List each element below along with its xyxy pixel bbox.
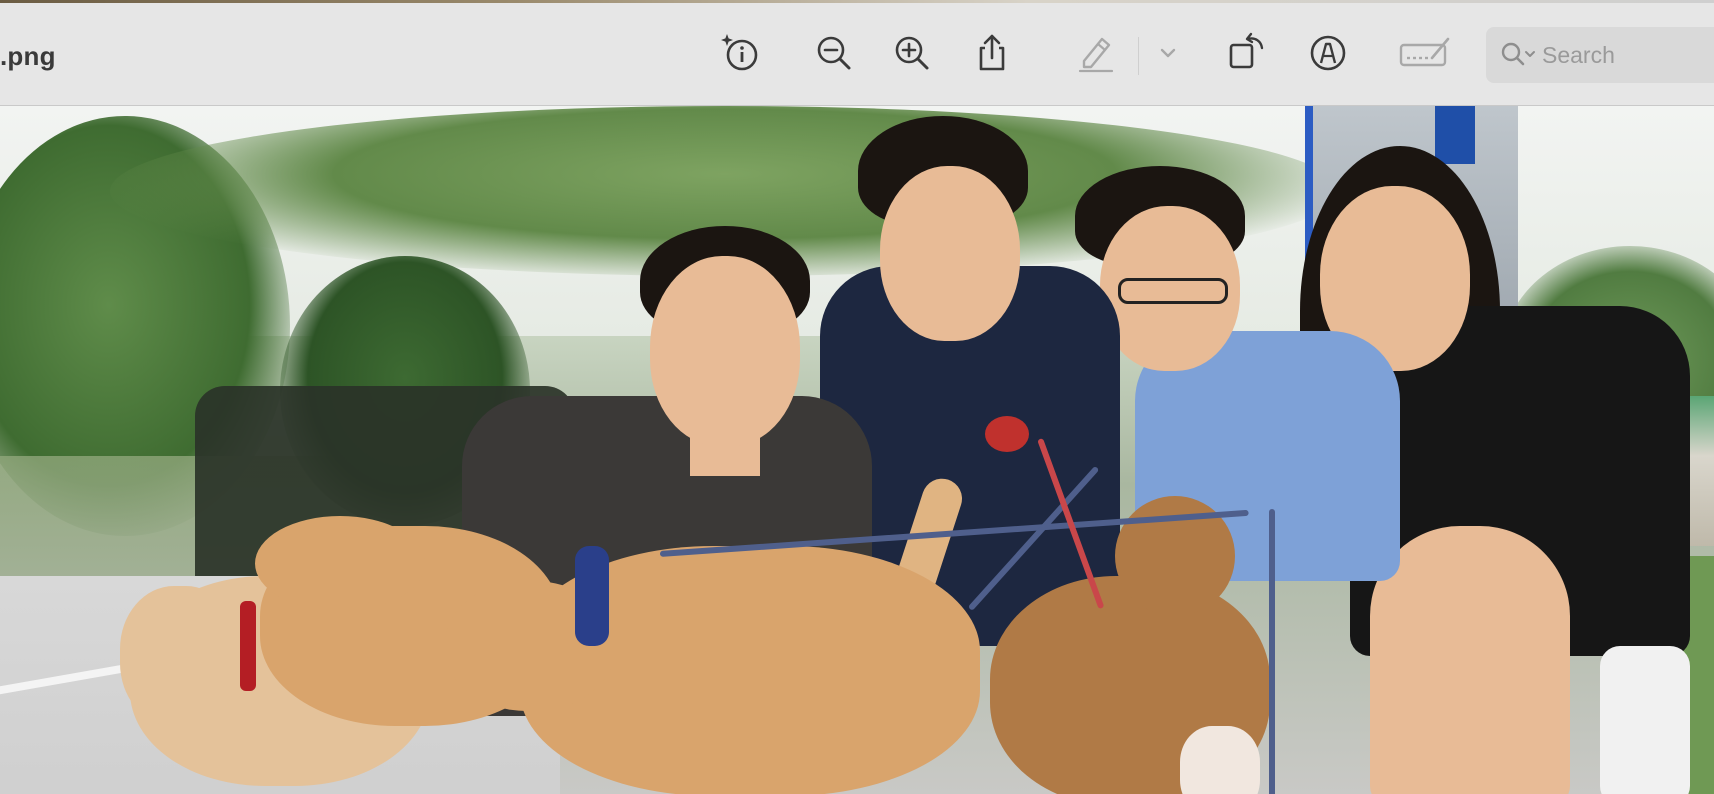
highlight-button[interactable]	[1074, 31, 1118, 75]
photo-sign-panel	[1435, 106, 1475, 164]
chevron-down-icon	[1160, 48, 1176, 58]
toolbar-divider	[1138, 37, 1139, 75]
share-icon	[979, 34, 1005, 71]
person-face	[650, 256, 800, 446]
zoom-out-icon	[817, 36, 851, 70]
sparkle-info-icon	[721, 34, 758, 71]
search-icon	[1500, 40, 1538, 70]
rotate-icon	[1229, 32, 1264, 69]
dog-head	[120, 586, 240, 726]
zoom-in-icon	[895, 36, 929, 70]
toolbar: .png	[0, 3, 1714, 106]
search-input[interactable]	[1538, 41, 1692, 69]
zoom-out-button[interactable]	[812, 31, 856, 75]
person-shorts	[1600, 646, 1690, 794]
highlight-menu-button[interactable]	[1146, 31, 1190, 75]
search-box[interactable]	[1486, 27, 1714, 83]
markup-button[interactable]	[1306, 31, 1350, 75]
shirt-logo	[985, 416, 1029, 452]
info-button[interactable]	[718, 31, 762, 75]
document-title: .png	[0, 41, 56, 71]
person-leg	[1370, 526, 1570, 794]
glasses	[1118, 278, 1228, 304]
markup-pen-circle-icon	[1310, 35, 1346, 71]
share-button[interactable]	[970, 31, 1014, 75]
dog-head	[255, 516, 425, 611]
zoom-in-button[interactable]	[890, 31, 934, 75]
highlighter-pen-icon	[1078, 37, 1114, 73]
person-face	[880, 166, 1020, 341]
preview-window: .png	[0, 0, 1714, 794]
fill-sign-button[interactable]	[1398, 31, 1452, 75]
dog-leash	[1269, 509, 1275, 794]
dog-collar	[240, 601, 256, 691]
dog-chest	[1180, 726, 1260, 794]
dog-collar	[575, 546, 609, 646]
rotate-button[interactable]	[1224, 31, 1268, 75]
signature-icon	[1399, 37, 1450, 67]
photo-canvas	[0, 106, 1714, 794]
